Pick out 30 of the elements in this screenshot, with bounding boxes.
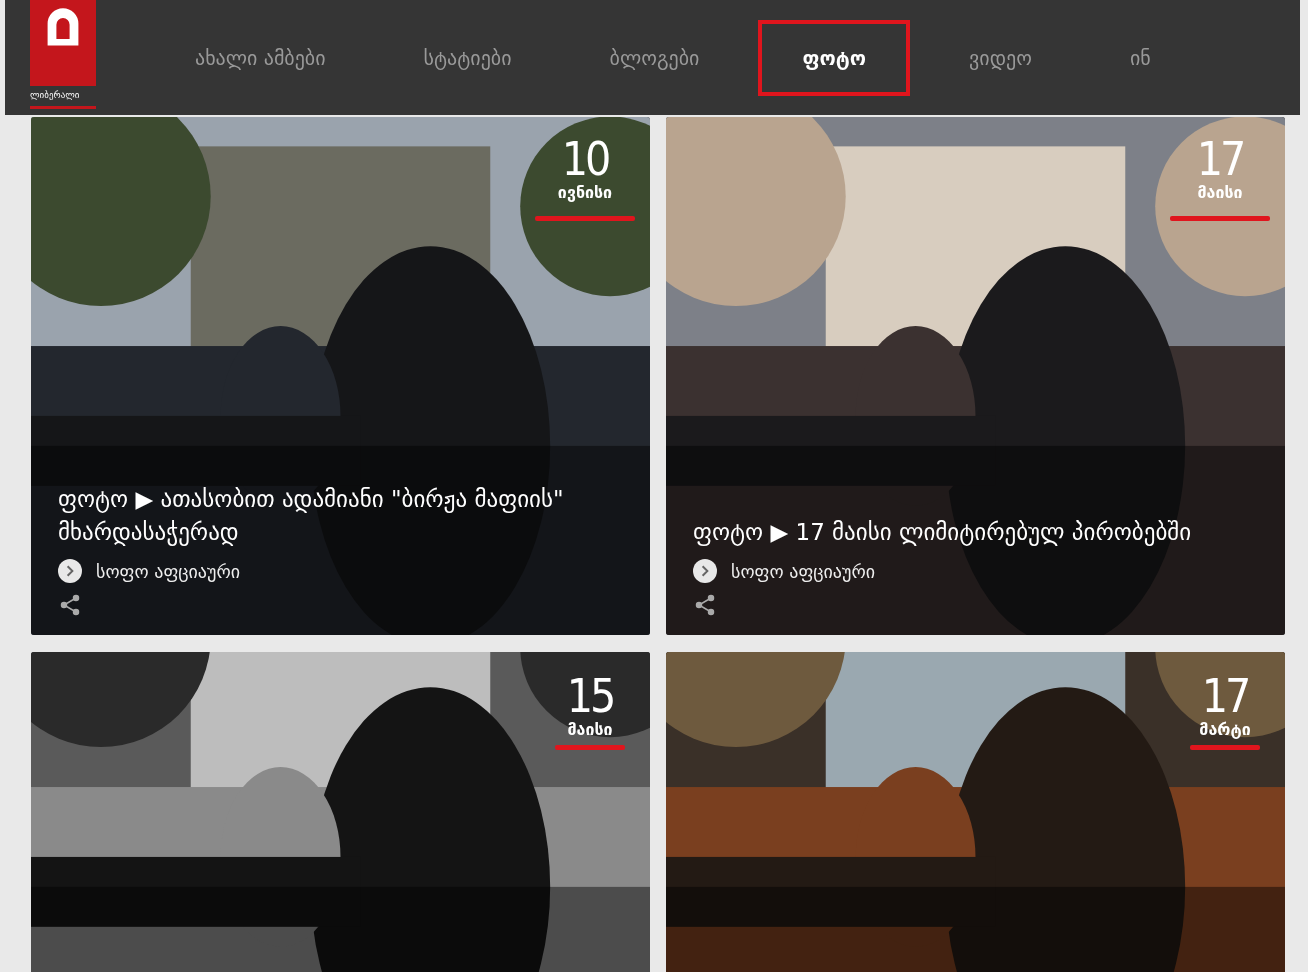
nav-link[interactable]: ბლოგები <box>570 25 739 90</box>
article-title[interactable]: ფოტო ▶ 17 მაისი ლიმიტირებულ პირობებში <box>693 516 1225 549</box>
date-day: 17 <box>1196 135 1244 183</box>
author-link[interactable]: სოფო აფციაური <box>96 560 241 582</box>
date-underline <box>555 745 625 750</box>
chevron-circle-icon <box>58 559 82 583</box>
date-day: 10 <box>561 135 609 183</box>
author-link[interactable]: სოფო აფციაური <box>731 560 876 582</box>
photo-card[interactable]: 15 მაისი <box>31 652 650 972</box>
nav-link[interactable]: ვიდეო <box>930 25 1071 90</box>
photo-card[interactable]: 10 ივნისი ფოტო ▶ ათასობით ადამიანი "ბირჟა მაფიის" მხარდასაჭერად სოფო აფციაური <box>31 117 650 635</box>
date-underline <box>1190 745 1260 750</box>
date-month: ივნისი <box>557 183 613 202</box>
photo-card[interactable]: 17 მარტი <box>666 652 1285 972</box>
date-day: 15 <box>566 672 614 720</box>
logo-text: ლიბერალი <box>30 86 96 106</box>
photo-card[interactable]: 17 მაისი ფოტო ▶ 17 მაისი ლიმიტირებულ პირობებში სოფო აფციაური <box>666 117 1285 635</box>
article-title[interactable]: ფოტო ▶ ათასობით ადამიანი "ბირჟა მაფიის" მხარდასაჭერად <box>58 483 590 549</box>
date-month: მაისი <box>1197 183 1243 202</box>
date-month: მარტი <box>1199 720 1251 739</box>
chevron-circle-icon <box>693 559 717 583</box>
nav-link[interactable]: ახალი ამბები <box>156 25 365 90</box>
nav-link[interactable]: ფოტო <box>758 19 911 96</box>
share-icon[interactable] <box>58 593 82 617</box>
date-day: 17 <box>1201 672 1249 720</box>
nav-link[interactable]: ინ <box>1090 25 1190 90</box>
nav-link[interactable]: სტატიები <box>384 25 551 90</box>
site-logo[interactable]: ლიბერალი <box>30 0 96 109</box>
date-month: მაისი <box>567 720 613 739</box>
share-icon[interactable] <box>693 593 717 617</box>
